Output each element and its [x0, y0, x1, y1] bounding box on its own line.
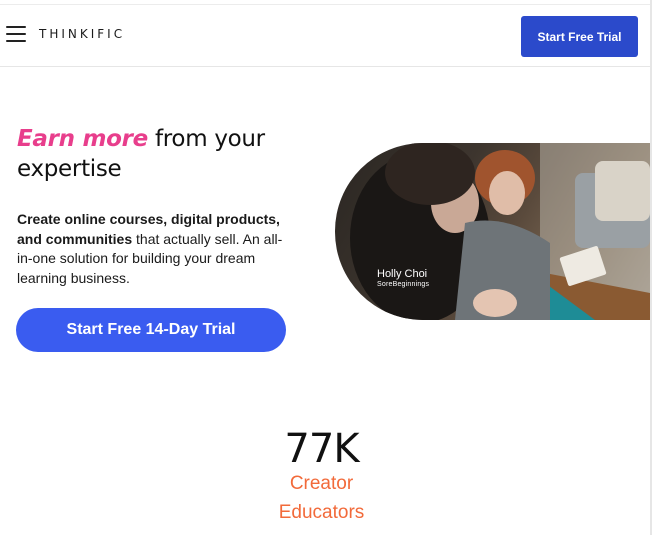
- start-free-trial-button[interactable]: Start Free Trial: [521, 16, 638, 57]
- photo-caption-sub: SoreBeginnings: [377, 281, 430, 288]
- start-free-14-day-trial-button[interactable]: Start Free 14-Day Trial: [16, 308, 286, 352]
- photo-caption-name: Holly Choi: [377, 268, 428, 280]
- hero-photo-illustration: [350, 143, 650, 320]
- site-header: THINKIFIC Start Free Trial: [0, 5, 650, 67]
- headline-accent: Earn more: [17, 126, 148, 152]
- hero-photo: Holly Choi SoreBeginnings: [335, 143, 650, 320]
- stat-label-line1: Creator: [289, 473, 354, 494]
- hamburger-menu-icon[interactable]: [6, 25, 28, 43]
- stat-label-line2: Educators: [278, 502, 365, 523]
- hero-headline: Earn more from your expertise: [17, 124, 317, 184]
- thinkific-logo[interactable]: THINKIFIC: [39, 27, 125, 41]
- hero-subtext: Create online courses, digital products,…: [17, 210, 297, 288]
- stat-number: 77K: [284, 426, 359, 472]
